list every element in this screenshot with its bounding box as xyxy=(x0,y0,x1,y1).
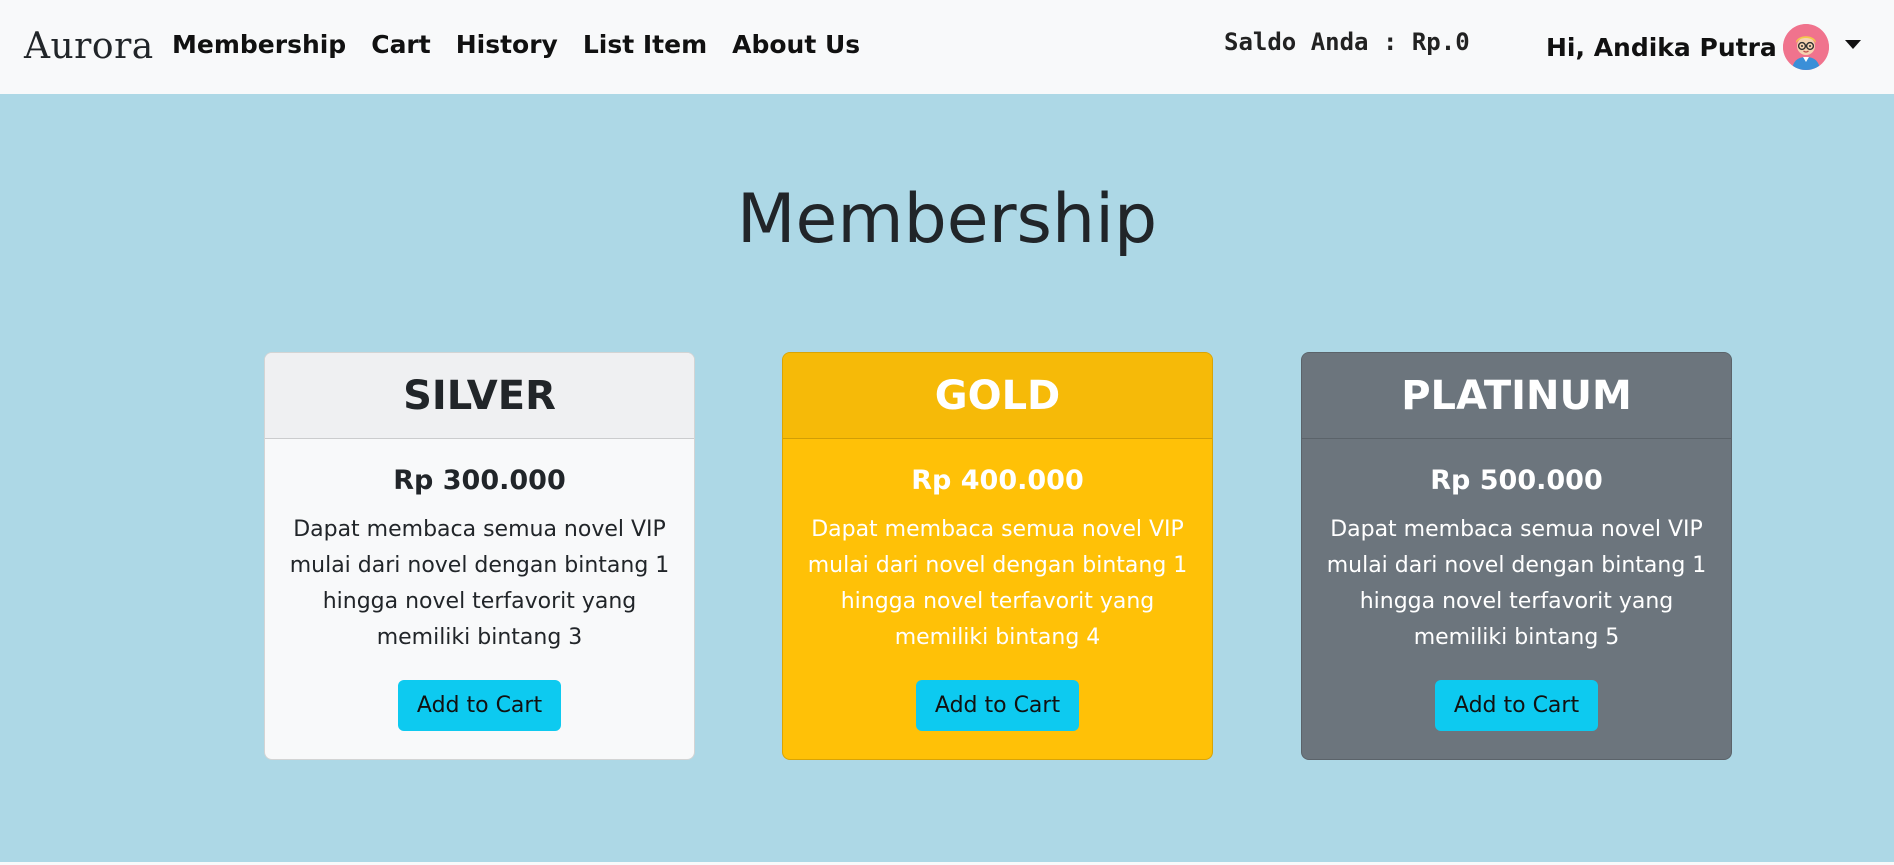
user-menu-toggle[interactable]: Hi, Andika Putra xyxy=(1546,24,1861,70)
nav-link-history[interactable]: History xyxy=(456,30,558,59)
plan-card-silver: SILVER Rp 300.000 Dapat membaca semua no… xyxy=(264,352,695,760)
nav-link-membership[interactable]: Membership xyxy=(172,30,346,59)
plan-name: SILVER xyxy=(265,353,694,439)
plan-price: Rp 400.000 xyxy=(911,465,1084,496)
plan-name: PLATINUM xyxy=(1302,353,1731,439)
page-title: Membership xyxy=(736,180,1158,259)
navbar: Aurora Membership Cart History List Item… xyxy=(0,0,1894,94)
add-to-cart-button-silver[interactable]: Add to Cart xyxy=(397,680,562,731)
balance-display: Saldo Anda : Rp.0 xyxy=(1224,28,1470,56)
nav-link-cart[interactable]: Cart xyxy=(371,30,431,59)
user-avatar-icon xyxy=(1782,24,1829,70)
plan-description: Dapat membaca semua novel VIP mulai dari… xyxy=(1326,517,1707,650)
brand-logo[interactable]: Aurora xyxy=(24,26,154,67)
plan-description: Dapat membaca semua novel VIP mulai dari… xyxy=(289,517,670,650)
nav-link-about-us[interactable]: About Us xyxy=(732,30,860,59)
plan-price: Rp 500.000 xyxy=(1430,465,1603,496)
nav-link-list-item[interactable]: List Item xyxy=(583,30,707,59)
plan-description: Dapat membaca semua novel VIP mulai dari… xyxy=(807,517,1188,650)
add-to-cart-button-gold[interactable]: Add to Cart xyxy=(915,680,1080,731)
plan-body: Rp 400.000 Dapat membaca semua novel VIP… xyxy=(783,439,1212,731)
plan-name: GOLD xyxy=(783,353,1212,439)
nav-links: Membership Cart History List Item About … xyxy=(172,30,860,59)
plan-card-platinum: PLATINUM Rp 500.000 Dapat membaca semua … xyxy=(1301,352,1732,760)
chevron-down-icon xyxy=(1844,39,1861,49)
user-greeting: Hi, Andika Putra xyxy=(1546,32,1777,62)
add-to-cart-button-platinum[interactable]: Add to Cart xyxy=(1434,680,1599,731)
plan-price: Rp 300.000 xyxy=(393,465,566,496)
plan-card-gold: GOLD Rp 400.000 Dapat membaca semua nove… xyxy=(782,352,1213,760)
plan-body: Rp 300.000 Dapat membaca semua novel VIP… xyxy=(265,439,694,731)
plan-body: Rp 500.000 Dapat membaca semua novel VIP… xyxy=(1302,439,1731,731)
